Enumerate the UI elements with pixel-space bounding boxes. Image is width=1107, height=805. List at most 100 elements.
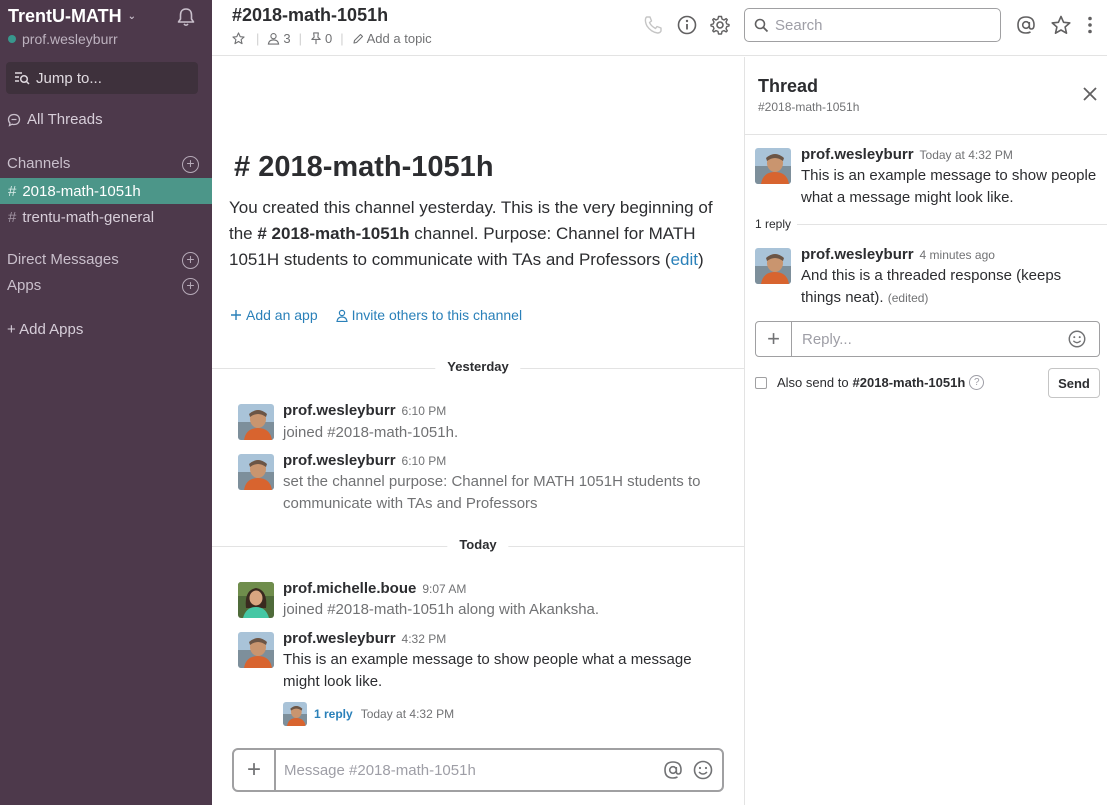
bell-icon[interactable] [175, 6, 197, 28]
star-channel-button[interactable] [232, 32, 248, 45]
pin-icon [311, 32, 321, 45]
attach-button[interactable]: + [756, 322, 792, 356]
also-send-channel: #2018-math-1051h [852, 375, 966, 390]
message-author[interactable]: prof.wesleyburr [801, 146, 914, 163]
channels-section-header[interactable]: Channels + [7, 155, 199, 173]
avatar[interactable] [755, 148, 791, 184]
message-time[interactable]: 4 minutes ago [920, 248, 995, 262]
message-author[interactable]: prof.wesleyburr [801, 246, 914, 263]
message-time[interactable]: 6:10 PM [402, 454, 447, 468]
message-time[interactable]: Today at 4:32 PM [920, 148, 1013, 162]
avatar[interactable] [238, 582, 274, 618]
star-icon [232, 32, 245, 45]
edit-purpose-link[interactable]: edit [671, 250, 698, 269]
thread-channel[interactable]: #2018-math-1051h [758, 100, 859, 114]
user-name: prof.wesleyburr [22, 31, 118, 47]
star-icon[interactable] [1050, 14, 1072, 36]
also-send-option: Also send to #2018-math-1051h ? [755, 375, 985, 390]
emoji-icon[interactable] [1067, 329, 1087, 349]
message-text: This is an example message to show peopl… [801, 167, 1097, 206]
message-input[interactable]: Message #2018-math-1051h [276, 762, 662, 779]
jump-to-button[interactable]: Jump to... [6, 62, 198, 94]
invite-label: Invite others to this channel [351, 307, 523, 323]
channels-header-label: Channels [7, 155, 71, 172]
reply-input[interactable]: Reply... [792, 331, 1067, 348]
message-author[interactable]: prof.michelle.boue [283, 580, 416, 597]
intro-actions: Add an app Invite others to this channel [230, 307, 540, 323]
thread-title: Thread [758, 76, 819, 96]
message-author[interactable]: prof.wesleyburr [283, 402, 396, 419]
avatar [283, 702, 307, 726]
hash-icon: # [8, 208, 17, 226]
channel-title: #2018-math-1051h [232, 5, 389, 25]
message-author[interactable]: prof.wesleyburr [283, 452, 396, 469]
mention-icon[interactable] [1015, 14, 1037, 36]
add-app-icon[interactable]: + [182, 278, 199, 295]
add-app-link[interactable]: Add an app [230, 307, 318, 323]
avatar[interactable] [238, 454, 274, 490]
thread-reply-count: 1 reply [755, 217, 1107, 231]
thread-reply-composer[interactable]: + Reply... [755, 321, 1100, 357]
send-button[interactable]: Send [1048, 368, 1100, 398]
pinned-count-button[interactable]: 0 [310, 31, 332, 46]
close-icon[interactable] [1081, 85, 1099, 103]
person-icon [335, 309, 348, 322]
message-time[interactable]: 6:10 PM [402, 404, 447, 418]
call-icon[interactable] [642, 14, 664, 36]
channel-intro-text: You created this channel yesterday. This… [229, 195, 719, 273]
add-topic-button[interactable]: Add a topic [352, 31, 432, 46]
message-author[interactable]: prof.wesleyburr [283, 630, 396, 647]
message-time[interactable]: 9:07 AM [422, 582, 466, 596]
attach-button[interactable]: + [234, 750, 276, 790]
invite-link[interactable]: Invite others to this channel [335, 307, 523, 323]
all-threads-link[interactable]: All Threads [7, 111, 103, 128]
message-text: And this is a threaded response (keeps t… [801, 265, 1101, 309]
also-send-checkbox[interactable] [755, 376, 767, 389]
add-direct-message-icon[interactable]: + [182, 252, 199, 269]
apps-label: Apps [7, 277, 42, 294]
avatar[interactable] [238, 404, 274, 440]
info-icon[interactable] [676, 14, 698, 36]
day-divider: Yesterday [212, 358, 744, 378]
member-icon [268, 33, 280, 45]
apps-section-header[interactable]: Apps + [7, 277, 199, 295]
threads-icon [7, 113, 21, 127]
help-icon[interactable]: ? [969, 375, 985, 390]
chevron-down-icon: ⌄ [127, 11, 137, 22]
pinned-count: 0 [325, 31, 333, 46]
pencil-icon [353, 33, 363, 44]
direct-messages-section-header[interactable]: Direct Messages + [7, 251, 199, 269]
sidebar-item-trentu-math-general[interactable]: # trentu-math-general [0, 204, 212, 230]
channel-header: #2018-math-1051h | 3 | 0 | Add a topic S… [212, 0, 1107, 56]
thread-replies-link[interactable]: 1 reply Today at 4:32 PM [283, 702, 454, 726]
search-icon [754, 18, 769, 32]
sidebar: TrentU-MATH ⌄ prof.wesleyburr Jump to...… [0, 0, 212, 805]
add-apps-link[interactable]: + Add Apps [7, 321, 83, 338]
message-time[interactable]: 4:32 PM [402, 632, 447, 646]
also-send-label: Also send to [777, 375, 849, 390]
jump-to-icon [15, 72, 30, 85]
channel-intro-title: # 2018-math-1051h [234, 151, 494, 184]
day-divider-label: Yesterday [435, 359, 521, 374]
add-topic-label: Add a topic [366, 31, 432, 46]
intro-channel-ref: # 2018-math-1051h [257, 224, 410, 243]
search-input[interactable]: Search [744, 8, 1001, 42]
member-count-button[interactable]: 3 [267, 31, 291, 46]
avatar[interactable] [755, 248, 791, 284]
team-switcher[interactable]: TrentU-MATH ⌄ [8, 6, 136, 27]
gear-icon[interactable] [709, 14, 731, 36]
message-composer[interactable]: + Message #2018-math-1051h [232, 748, 724, 792]
mention-icon[interactable] [662, 759, 684, 781]
emoji-icon[interactable] [692, 759, 714, 781]
reply-count: 1 reply [755, 217, 798, 231]
avatar[interactable] [238, 632, 274, 668]
jump-to-label: Jump to... [36, 69, 102, 87]
current-user[interactable]: prof.wesleyburr [8, 31, 118, 47]
more-icon[interactable] [1079, 14, 1101, 36]
message-text: joined #2018-math-1051h along with Akank… [283, 601, 600, 618]
message-text: This is an example message to show peopl… [283, 651, 692, 690]
message-text: set the channel purpose: Channel for MAT… [283, 473, 701, 512]
sidebar-item-2018-math-1051h[interactable]: # 2018-math-1051h [0, 178, 212, 204]
add-channel-icon[interactable]: + [182, 156, 199, 173]
reply-count[interactable]: 1 reply [314, 707, 353, 721]
